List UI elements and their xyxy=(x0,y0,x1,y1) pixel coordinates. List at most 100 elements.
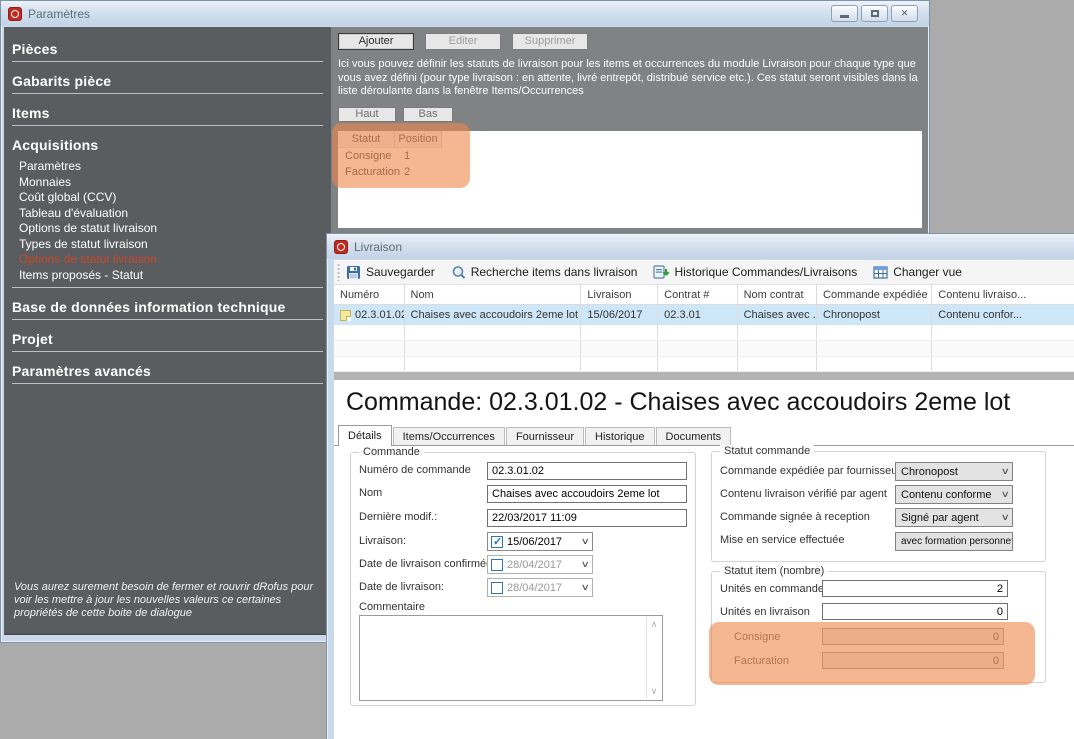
sidebar-item-cout-global[interactable]: Coût global (CCV) xyxy=(19,190,323,206)
sidebar-section-parametres-avances[interactable]: Paramètres avancés xyxy=(12,363,323,384)
nom-label: Nom xyxy=(359,487,382,499)
commande-groupbox-title: Commande xyxy=(359,446,424,458)
numero-commande-field[interactable] xyxy=(487,462,687,480)
date-livraison-label: Date de livraison: xyxy=(359,581,444,593)
statut-item-groupbox-title: Statut item (nombre) xyxy=(720,565,828,577)
date-livraison-confirmee-picker[interactable]: 28/04/2017 ∨ xyxy=(487,555,593,574)
date-livraison-checkbox[interactable] xyxy=(491,582,503,594)
sidebar-section-projet[interactable]: Projet xyxy=(12,331,323,352)
column-header-contrat[interactable]: Contrat # xyxy=(658,285,737,304)
date-livraison-value: 28/04/2017 xyxy=(507,582,562,594)
commande-expediee-select[interactable]: Chronopost ∨ xyxy=(895,462,1013,481)
scroll-up-icon[interactable]: ∧ xyxy=(651,619,658,630)
ajouter-button[interactable]: Ajouter xyxy=(338,33,414,50)
sidebar-section-acquisitions[interactable]: Acquisitions xyxy=(12,137,323,157)
commande-signee-select[interactable]: Signé par agent ∨ xyxy=(895,508,1013,527)
sauvegarder-button[interactable]: Sauvegarder xyxy=(346,265,435,280)
chevron-down-icon: ∨ xyxy=(581,536,590,547)
contenu-verifie-select[interactable]: Contenu conforme ∨ xyxy=(895,485,1013,504)
scroll-down-icon[interactable]: ∨ xyxy=(651,686,658,697)
minimize-button[interactable] xyxy=(831,5,858,22)
table-row-consigne[interactable]: Consigne 1 xyxy=(338,148,922,164)
sidebar-section-items[interactable]: Items xyxy=(12,105,323,126)
changer-vue-button[interactable]: Changer vue xyxy=(873,265,962,280)
derniere-modif-field[interactable] xyxy=(487,509,687,527)
statut-commande-groupbox-title: Statut commande xyxy=(720,445,814,457)
facturation-field xyxy=(822,652,1004,669)
horizontal-scrollbar[interactable] xyxy=(334,372,1074,380)
livraison-date-value: 15/06/2017 xyxy=(507,536,562,548)
column-header-commande-expediee[interactable]: Commande expédiée pa... xyxy=(817,285,932,304)
sidebar-item-monnaies[interactable]: Monnaies xyxy=(19,175,323,191)
unites-livraison-field[interactable] xyxy=(822,603,1008,620)
facturation-label: Facturation xyxy=(734,655,789,667)
haut-button[interactable]: Haut xyxy=(338,107,396,122)
cell-statut: Facturation xyxy=(338,164,395,180)
sidebar-item-parametres[interactable]: Paramètres xyxy=(19,159,323,175)
sidebar-item-types-statut-livraison[interactable]: Types de statut livraison xyxy=(19,237,323,253)
close-button[interactable]: ✕ xyxy=(891,5,918,22)
sidebar-section-gabarits-piece[interactable]: Gabarits pièce xyxy=(12,73,323,94)
numero-commande-label: Numéro de commande xyxy=(359,464,471,476)
tab-fournisseur[interactable]: Fournisseur xyxy=(506,427,584,445)
date-livraison-picker[interactable]: 28/04/2017 ∨ xyxy=(487,578,593,597)
mise-en-service-select[interactable]: avec formation personne ∨ xyxy=(895,532,1013,551)
date-livraison-confirmee-value: 28/04/2017 xyxy=(507,559,562,571)
drofus-app-icon xyxy=(8,7,22,21)
statut-position-table[interactable]: Statut Position Consigne 1 Facturation 2 xyxy=(338,131,922,228)
textarea-scrollbar[interactable]: ∧∨ xyxy=(646,617,661,699)
supprimer-button[interactable]: Supprimer xyxy=(512,33,588,50)
tab-items-occurrences[interactable]: Items/Occurrences xyxy=(393,427,505,445)
detail-tabbar: Détails Items/Occurrences Fournisseur Hi… xyxy=(334,426,1074,446)
commande-heading: Commande: 02.3.01.02 - Chaises avec acco… xyxy=(334,380,1074,426)
table-row-facturation[interactable]: Facturation 2 xyxy=(338,164,922,180)
editer-button[interactable]: Editer xyxy=(425,33,501,50)
date-livraison-confirmee-checkbox[interactable] xyxy=(491,559,503,571)
sidebar-item-options-statut-livraison-selected[interactable]: Options de statut livraison xyxy=(19,252,323,268)
tab-documents[interactable]: Documents xyxy=(656,427,732,445)
commande-expediee-value: Chronopost xyxy=(901,466,958,478)
cell-statut: Consigne xyxy=(338,148,395,164)
livraison-titlebar[interactable]: Livraison xyxy=(327,234,1074,259)
sidebar-item-items-proposes-statut[interactable]: Items proposés - Statut xyxy=(19,268,323,284)
column-header-numero[interactable]: Numéro xyxy=(334,285,405,304)
sidebar-item-tableau-evaluation[interactable]: Tableau d'évaluation xyxy=(19,206,323,222)
orders-table-selected-row[interactable]: 02.3.01.02 Chaises avec accoudoirs 2eme … xyxy=(334,305,1074,325)
unites-commande-field[interactable] xyxy=(822,580,1008,597)
nom-field[interactable] xyxy=(487,485,687,503)
restore-button[interactable] xyxy=(861,5,888,22)
tab-details[interactable]: Détails xyxy=(338,425,392,446)
historique-commandes-button[interactable]: Historique Commandes/Livraisons xyxy=(653,265,857,280)
column-header-livraison[interactable]: Livraison xyxy=(581,285,658,304)
livraison-window-title: Livraison xyxy=(354,240,402,254)
move-button-row: Haut Bas xyxy=(338,107,922,122)
cell-contrat: 02.3.01 xyxy=(658,305,737,325)
cell-livraison: 15/06/2017 xyxy=(581,305,658,325)
livraison-date-checkbox[interactable] xyxy=(491,536,503,548)
change-view-icon xyxy=(873,265,888,280)
sidebar-item-options-statut-livraison[interactable]: Options de statut livraison xyxy=(19,221,323,237)
column-header-position[interactable]: Position xyxy=(395,131,442,148)
livraison-window: Livraison Sauvegarder Recherche items da… xyxy=(326,233,1074,739)
recherche-items-button[interactable]: Recherche items dans livraison xyxy=(451,265,638,280)
sidebar-footnote: Vous aurez surement besoin de fermer et … xyxy=(14,581,315,620)
bas-button[interactable]: Bas xyxy=(403,107,453,122)
cell-nom: Chaises avec accoudoirs 2eme lot xyxy=(405,305,582,325)
sidebar-section-pieces[interactable]: Pièces xyxy=(12,41,323,62)
parametres-titlebar[interactable]: Paramètres ✕ xyxy=(1,1,929,26)
consigne-label: Consigne xyxy=(734,631,780,643)
cell-commande-expediee: Chronopost xyxy=(817,305,932,325)
livraison-date-picker[interactable]: 15/06/2017 ∨ xyxy=(487,532,593,551)
commande-expediee-label: Commande expédiée par fournisseur xyxy=(720,465,901,477)
column-header-nom[interactable]: Nom xyxy=(405,285,582,304)
contenu-verifie-label: Contenu livraison vérifié par agent xyxy=(720,488,887,500)
toolbar-grip[interactable] xyxy=(337,263,340,281)
column-header-nom-contrat[interactable]: Nom contrat xyxy=(738,285,817,304)
commentaire-textarea[interactable]: ∧∨ xyxy=(359,615,663,701)
column-header-statut[interactable]: Statut xyxy=(338,131,395,148)
column-header-contenu-livraison[interactable]: Contenu livraiso... xyxy=(932,285,1074,304)
drofus-app-icon xyxy=(334,240,348,254)
search-icon xyxy=(451,265,466,280)
tab-historique[interactable]: Historique xyxy=(585,427,655,445)
sidebar-section-base-donnees[interactable]: Base de données information technique xyxy=(12,299,323,320)
